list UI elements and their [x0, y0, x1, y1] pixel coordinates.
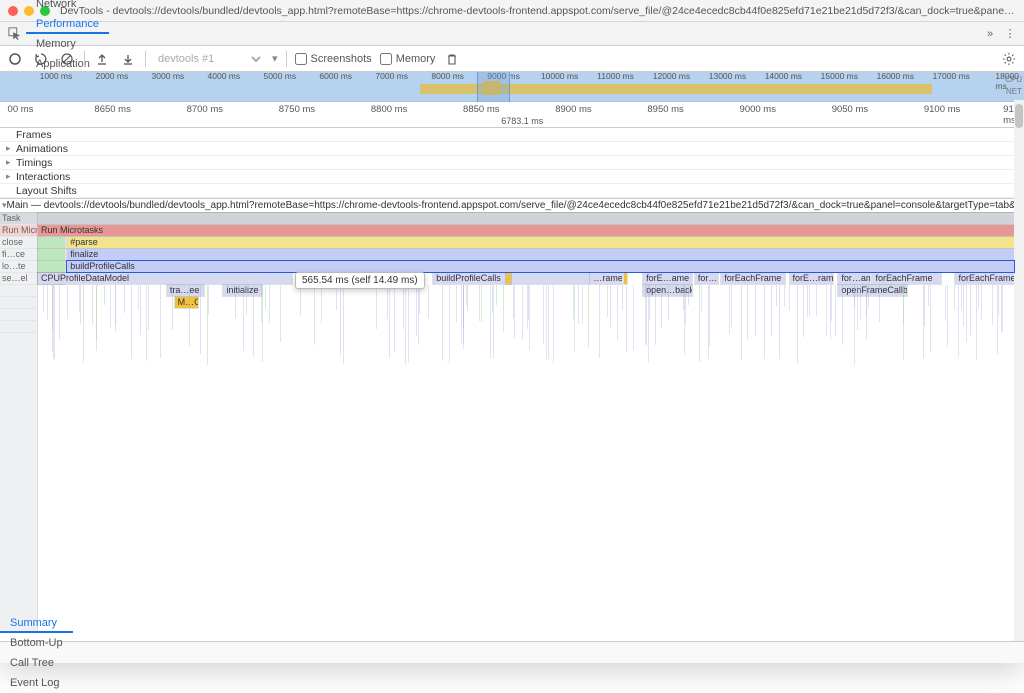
flame-entry[interactable]: …rame	[590, 273, 621, 284]
kebab-icon[interactable]: ⋮	[1000, 27, 1020, 40]
titlebar: DevTools - devtools://devtools/bundled/d…	[0, 0, 1024, 22]
track-list: Frames ▸Animations ▸Timings ▸Interaction…	[0, 128, 1024, 199]
flame-tooltip: 565.54 ms (self 14.49 ms)	[295, 272, 425, 289]
flame-chart[interactable]: TaskRun Microtasksclosefi…celo…tese…el R…	[0, 213, 1024, 631]
track-frames[interactable]: Frames	[0, 128, 1024, 142]
more-tabs-icon[interactable]: »	[980, 28, 1000, 40]
upload-icon[interactable]	[93, 50, 111, 68]
tab-network[interactable]: Network	[26, 0, 109, 14]
flame-task[interactable]	[38, 213, 1014, 224]
flame-microtasks[interactable]: Run Microtasks	[38, 225, 1014, 236]
flame-finalize[interactable]: finalize	[67, 249, 1014, 260]
flame-entry[interactable]: for…ame	[838, 273, 869, 284]
download-icon[interactable]	[119, 50, 137, 68]
perf-toolbar: devtools #1 ▾ Screenshots Memory	[0, 46, 1024, 72]
flame-entry[interactable]: buildProfileCalls	[433, 273, 589, 284]
overview-right-labels: CPU NET	[1005, 74, 1022, 98]
close-window-icon[interactable]	[8, 6, 18, 16]
scrollbar-thumb[interactable]	[1015, 104, 1023, 128]
overview-selection[interactable]	[477, 72, 510, 102]
details-tab-summary[interactable]: Summary	[0, 613, 73, 633]
vertical-scrollbar[interactable]	[1014, 100, 1024, 641]
overview-strip[interactable]: 1000 ms2000 ms3000 ms4000 ms5000 ms6000 …	[0, 72, 1024, 102]
reload-record-button[interactable]	[32, 50, 50, 68]
time-ruler[interactable]: 00 ms8650 ms8700 ms8750 ms8800 ms8850 ms…	[0, 102, 1024, 128]
record-button[interactable]	[6, 50, 24, 68]
inspect-icon[interactable]	[4, 27, 26, 41]
settings-gear-icon[interactable]	[1000, 50, 1018, 68]
flame-entry[interactable]: forEachFrame	[955, 273, 1014, 284]
flame-parse[interactable]: #parse	[67, 237, 1014, 248]
details-tab-bottom-up[interactable]: Bottom-Up	[0, 633, 73, 653]
main-thread-row[interactable]: ▾Main — devtools://devtools/bundled/devt…	[0, 199, 1024, 213]
flame-entry[interactable]: for…me	[695, 273, 718, 284]
screenshots-checkbox[interactable]: Screenshots	[295, 53, 372, 65]
memory-checkbox[interactable]: Memory	[380, 53, 436, 65]
trash-icon[interactable]	[443, 50, 461, 68]
flame-buildprofilecalls[interactable]: buildProfileCalls	[67, 261, 1014, 272]
flame-entry[interactable]: forE…ame	[643, 273, 692, 284]
flame-entry[interactable]: forEachFrame	[721, 273, 784, 284]
tab-performance[interactable]: Performance	[26, 14, 109, 34]
flame-entry[interactable]: forEachFrame	[872, 273, 940, 284]
details-tabs: SummaryBottom-UpCall TreeEvent Log	[0, 641, 1024, 663]
track-timings[interactable]: ▸Timings	[0, 156, 1024, 170]
details-tab-event-log[interactable]: Event Log	[0, 673, 73, 693]
flame-entry[interactable]: CPUProfileDataModel	[38, 273, 292, 284]
track-animations[interactable]: ▸Animations	[0, 142, 1024, 156]
track-layout-shifts[interactable]: Layout Shifts	[0, 184, 1024, 198]
track-interactions[interactable]: ▸Interactions	[0, 170, 1024, 184]
window-title: DevTools - devtools://devtools/bundled/d…	[60, 5, 1016, 17]
ruler-cursor-time: 6783.1 ms	[501, 116, 543, 126]
clear-button[interactable]	[58, 50, 76, 68]
flame-entry[interactable]: forE…rame	[790, 273, 834, 284]
profile-selector[interactable]: devtools #1	[154, 52, 264, 66]
main-tabs: ElementsConsoleSourcesNetworkPerformance…	[0, 22, 1024, 46]
